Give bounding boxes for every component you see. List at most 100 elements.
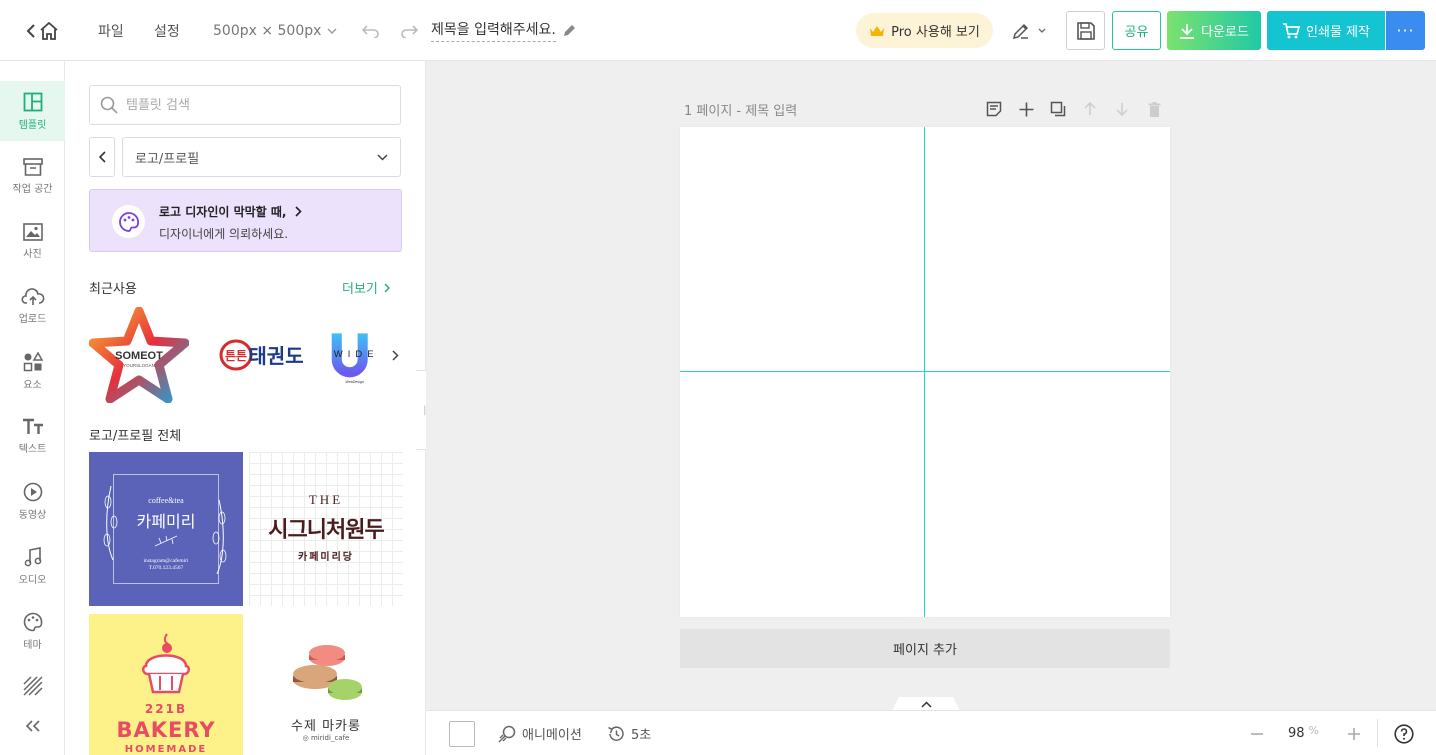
add-page-icon-button[interactable] [1017, 100, 1035, 118]
top-toolbar: 파일 설정 500px × 500px 제목을 입력해주세요. Pro 사용해 … [0, 0, 1436, 61]
collapse-rail-button[interactable] [0, 701, 65, 751]
home-icon [39, 21, 58, 40]
delete-page-button[interactable] [1145, 100, 1163, 118]
download-icon [1180, 23, 1195, 39]
see-more-label: 더보기 [342, 282, 378, 297]
music-note-icon [24, 546, 41, 566]
note-icon [986, 101, 1002, 117]
zoom-level[interactable]: 98 % [1288, 711, 1319, 755]
back-home-button[interactable] [22, 0, 62, 61]
animation-button[interactable]: 애니메이션 [498, 711, 582, 755]
download-label: 다운로드 [1201, 25, 1249, 40]
document-title[interactable]: 제목을 입력해주세요. [431, 19, 556, 42]
tile-small-text: 221B [144, 702, 188, 716]
zoom-unit: % [1308, 724, 1319, 737]
zoom-in-button[interactable] [1346, 711, 1362, 755]
template-tile-signature[interactable]: THE 시그니처원두 카페미리당 [249, 452, 403, 606]
rail-item-photos[interactable]: 사진 [0, 211, 65, 271]
move-page-down-button[interactable] [1113, 100, 1131, 118]
rail-item-theme[interactable]: 테마 [0, 601, 65, 661]
template-panel: 로고/프로필 로고 디자인이 막막할 때, 디자이너에게 의뢰하세요. 최근사용… [65, 61, 426, 755]
animation-label: 애니메이션 [522, 728, 582, 743]
chevron-right-icon [384, 282, 390, 293]
promo-subtitle: 디자이너에게 의뢰하세요. [159, 227, 289, 241]
category-back-button[interactable] [89, 137, 115, 177]
category-dropdown[interactable]: 로고/프로필 [122, 137, 401, 177]
zoom-out-button[interactable] [1249, 711, 1265, 755]
rail-label: 요소 [23, 379, 42, 391]
rail-item-workspace[interactable]: 작업 공간 [0, 146, 65, 206]
plus-icon [1348, 727, 1360, 740]
double-chevron-left-icon [25, 720, 40, 732]
search-input[interactable] [126, 97, 386, 113]
crown-icon [870, 25, 885, 36]
save-button[interactable] [1066, 11, 1105, 50]
rail-item-video[interactable]: 동영상 [0, 471, 65, 531]
text-icon [22, 418, 43, 434]
template-tile-bakery[interactable]: 221B BAKERY HOMEMADE [89, 614, 243, 755]
background-color-swatch[interactable] [449, 711, 475, 755]
pro-trial-button[interactable]: Pro 사용해 보기 [856, 13, 993, 48]
image-icon [22, 222, 43, 241]
add-page-button[interactable]: 페이지 추가 [680, 629, 1170, 668]
recent-next-button[interactable] [387, 344, 403, 366]
template-tile-cafemiri[interactable]: coffee&tea 카페미리 instagram@cafemiri T.070… [89, 452, 243, 606]
duplicate-page-button[interactable] [1049, 100, 1067, 118]
tile-name: 시그니처원두 [268, 518, 384, 543]
pencil-icon [563, 24, 575, 36]
promo-title-text: 로고 디자인이 막막할 때, [159, 205, 287, 219]
duration-label: 5초 [631, 728, 652, 743]
download-button[interactable]: 다운로드 [1167, 11, 1261, 50]
see-more-link[interactable]: 더보기 [342, 278, 390, 297]
move-page-up-button[interactable] [1081, 100, 1099, 118]
page-label[interactable]: 1 페이지 - 제목 입력 [684, 100, 797, 119]
pro-trial-label: Pro 사용해 보기 [891, 25, 980, 40]
bottom-bar: 애니메이션 5초 98 % [426, 710, 1436, 755]
canvas-size-dropdown[interactable]: 500px × 500px [213, 0, 337, 61]
tile-line-1: instagram@cafemiri [143, 558, 189, 564]
zoom-value: 98 [1288, 726, 1305, 741]
promo-title: 로고 디자인이 막막할 때, [159, 203, 302, 220]
settings-menu[interactable]: 설정 [154, 0, 180, 61]
star-logo-graphic: SOMEOT YOURSLOGAN [89, 307, 189, 403]
all-section-title: 로고/프로필 전체 [89, 429, 182, 444]
print-order-button[interactable]: 인쇄물 제작 [1267, 11, 1385, 50]
play-icon [23, 482, 42, 501]
tile-name: BAKERY [116, 718, 216, 742]
recent-template-someot[interactable]: SOMEOT YOURSLOGAN [89, 307, 189, 403]
recent-template-taekwondo[interactable]: 튼튼 태권도 [210, 307, 310, 403]
expand-pages-tab[interactable] [892, 697, 960, 711]
page-note-button[interactable] [985, 100, 1003, 118]
plus-icon [1019, 102, 1033, 116]
taekwondo-logo-graphic: 튼튼 태권도 [219, 339, 304, 371]
undo-icon [362, 24, 379, 38]
tile-small-text: THE [308, 492, 344, 507]
more-options-button[interactable]: ··· [1386, 11, 1425, 50]
tile-line-1: HOMEMADE [124, 744, 208, 755]
recent-badge-text: 튼튼 [225, 349, 247, 363]
rail-label: 테마 [23, 639, 42, 651]
rail-item-upload[interactable]: 업로드 [0, 276, 65, 336]
design-canvas[interactable] [680, 127, 1170, 617]
rail-item-text[interactable]: 텍스트 [0, 406, 65, 466]
rail-item-elements[interactable]: 요소 [0, 341, 65, 401]
file-menu[interactable]: 파일 [98, 0, 124, 61]
archive-icon [22, 157, 43, 176]
duration-button[interactable]: 5초 [607, 711, 651, 755]
document-title-field[interactable]: 제목을 입력해주세요. [431, 0, 576, 61]
redo-button[interactable] [399, 0, 419, 61]
color-swatch [449, 720, 475, 747]
rail-item-audio[interactable]: 오디오 [0, 536, 65, 596]
designer-request-banner[interactable]: 로고 디자인이 막막할 때, 디자이너에게 의뢰하세요. [89, 189, 402, 252]
draw-tool-dropdown[interactable] [1008, 0, 1050, 61]
rail-item-templates[interactable]: 템플릿 [0, 81, 65, 141]
share-button[interactable]: 공유 [1112, 11, 1161, 50]
save-icon [1076, 21, 1095, 40]
arrow-up-icon [1084, 102, 1096, 115]
center-guide-horizontal [680, 371, 1170, 372]
rail-label: 업로드 [18, 313, 47, 325]
template-search[interactable] [89, 85, 401, 125]
help-button[interactable] [1393, 711, 1415, 755]
undo-button[interactable] [361, 0, 381, 61]
template-tile-macaron[interactable]: 수제 마카롱 ◎ miridi_cafe [249, 614, 403, 755]
